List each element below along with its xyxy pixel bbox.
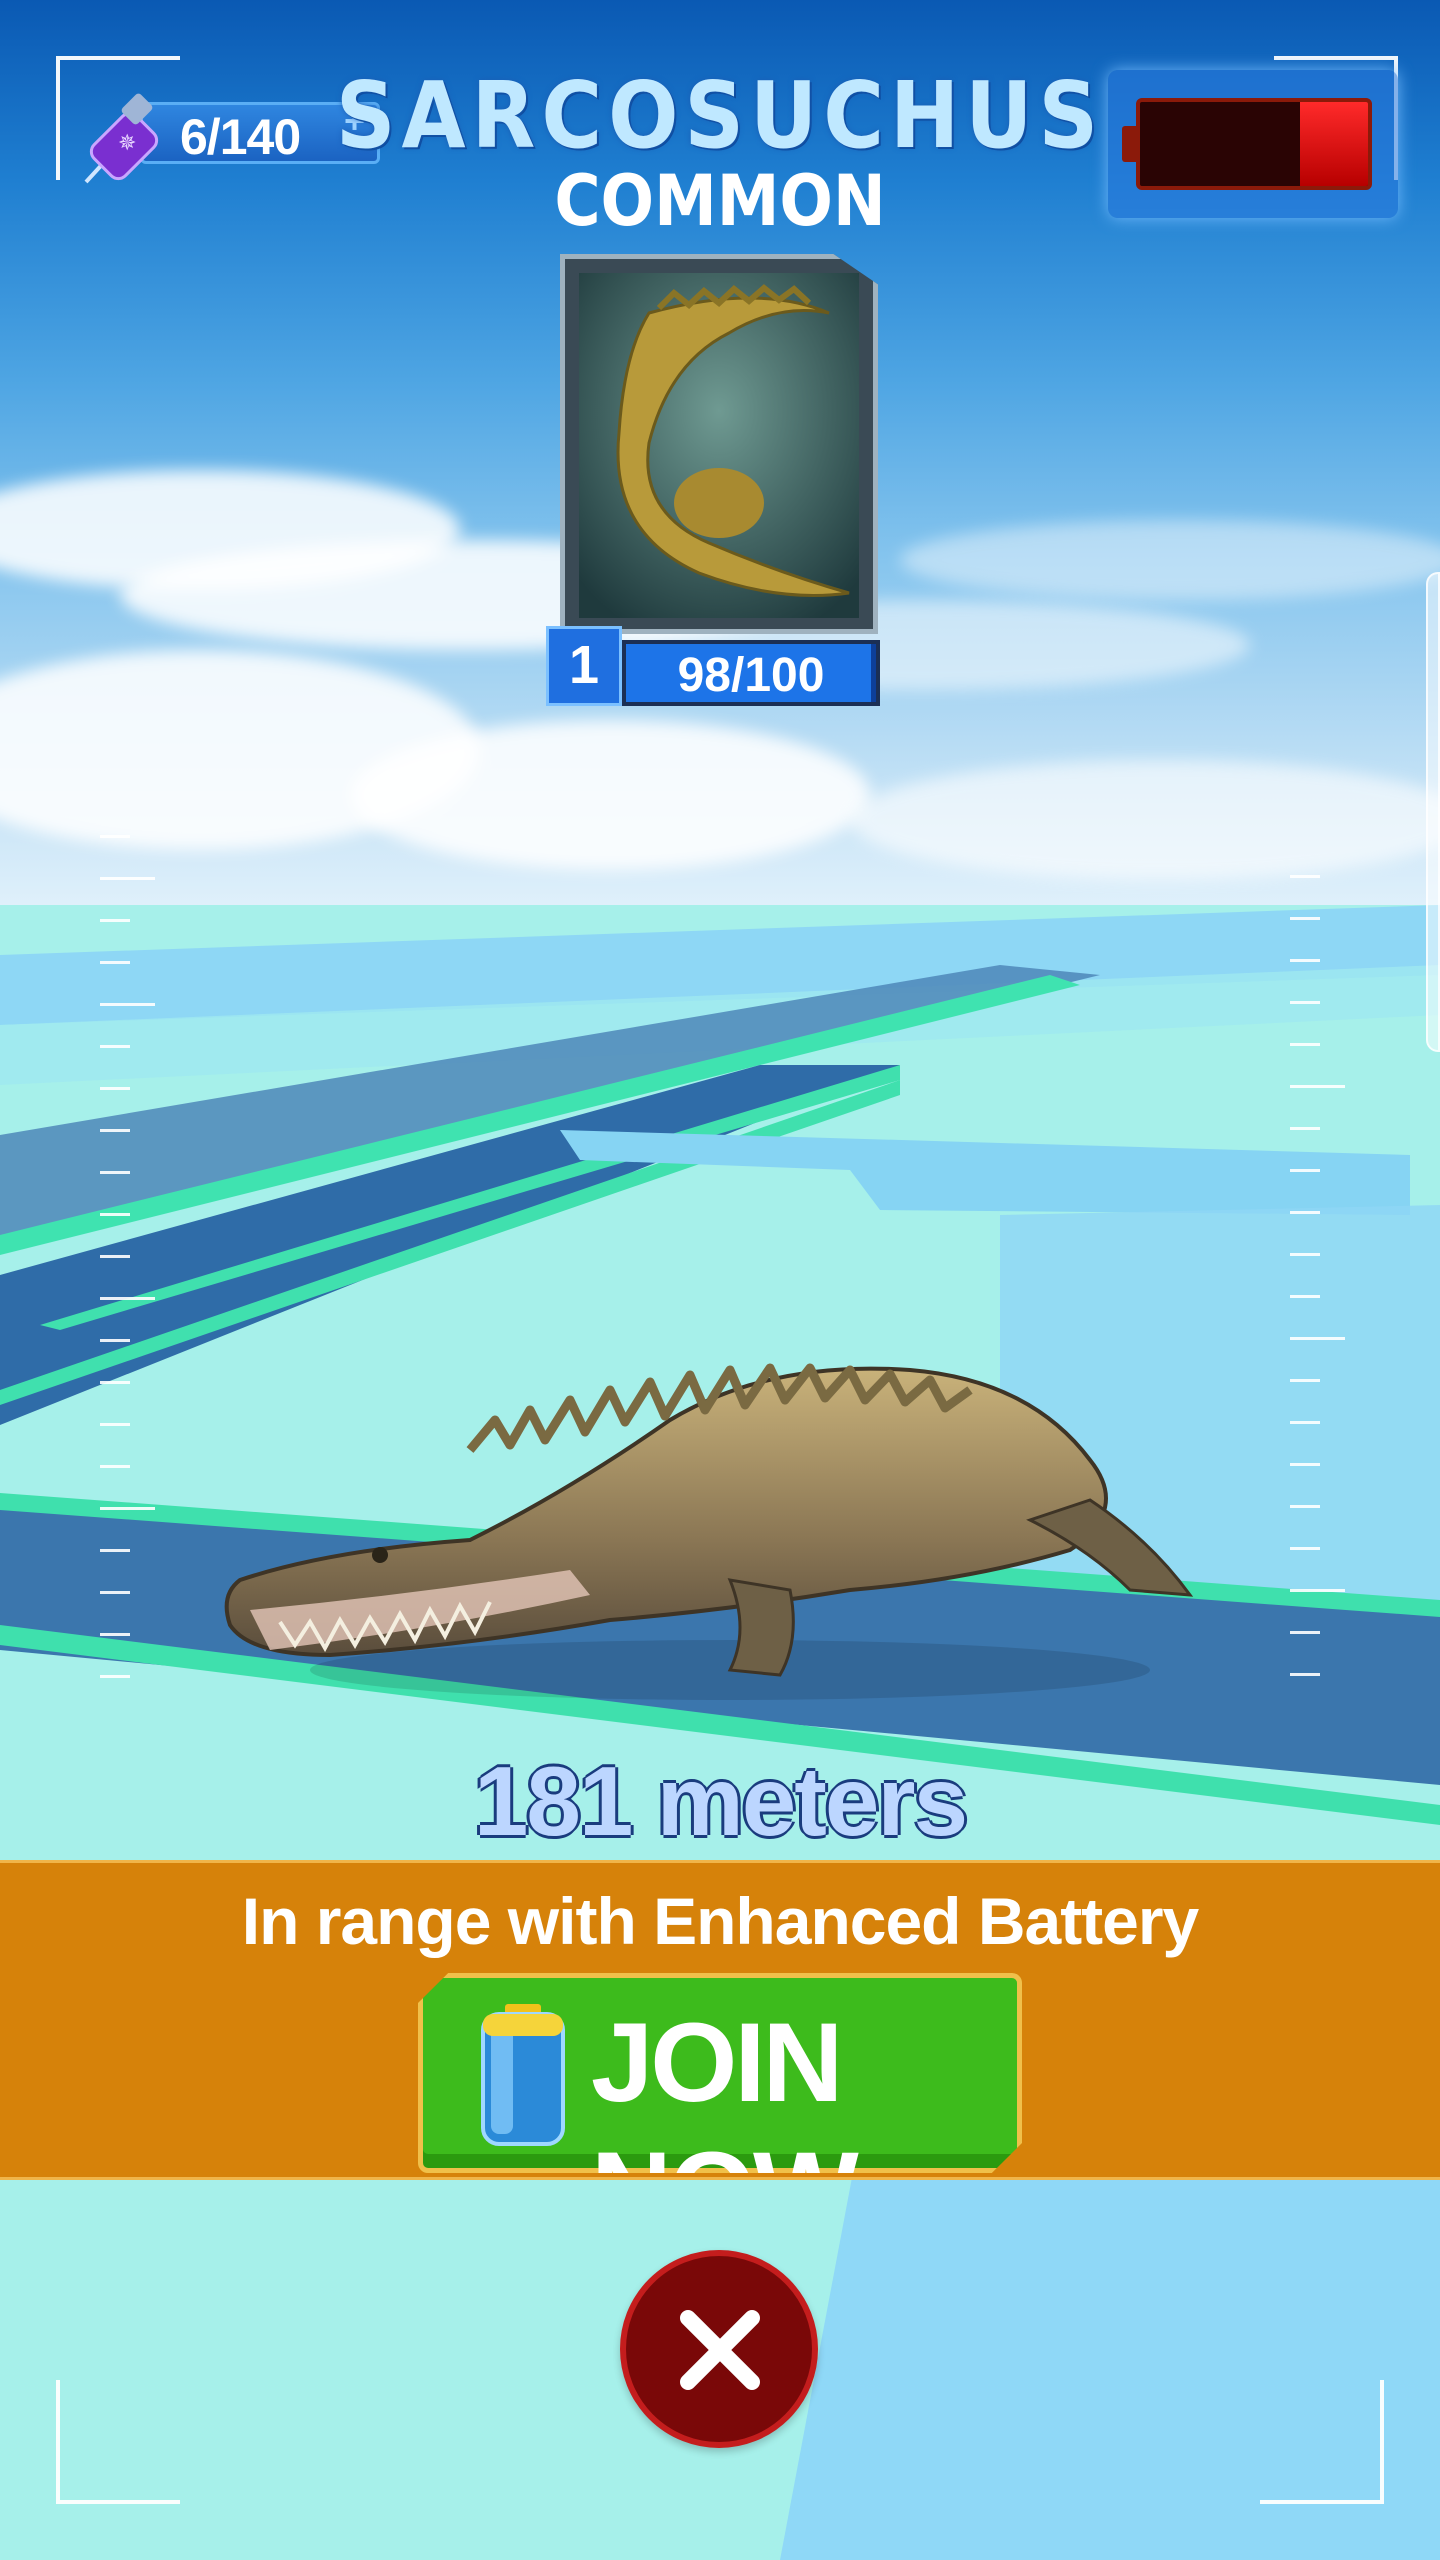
close-button[interactable] [620,2250,818,2448]
creature-dna-progress-text: 98/100 [677,649,825,702]
battery-cap [1122,126,1136,162]
creature-level-badge: 1 [546,626,622,706]
battery-level-fill [1299,102,1368,186]
range-ticks-left [100,835,155,1705]
viewfinder-corner-bottom-left [56,2380,180,2504]
banner-message: In range with Enhanced Battery [241,1884,1200,1958]
battery-cell-icon [481,2004,565,2146]
side-panel-handle[interactable] [1426,572,1440,1052]
sarcosuchus-creature[interactable] [210,1250,1250,1710]
creature-card[interactable] [560,254,878,634]
battery-icon [1136,98,1372,190]
creature-portrait [579,273,859,618]
distance-readout: 181 meters [473,1746,968,1856]
range-ticks-right [1290,835,1345,1705]
battery-indicator[interactable] [1108,70,1398,218]
viewfinder-corner-bottom-right [1260,2380,1384,2504]
enhanced-battery-banner: In range with Enhanced Battery JOIN NOW [0,1860,1440,2180]
close-icon [680,2310,760,2390]
creature-dna-progress: 98/100 [622,640,880,706]
join-now-button[interactable]: JOIN NOW [418,1973,1022,2173]
